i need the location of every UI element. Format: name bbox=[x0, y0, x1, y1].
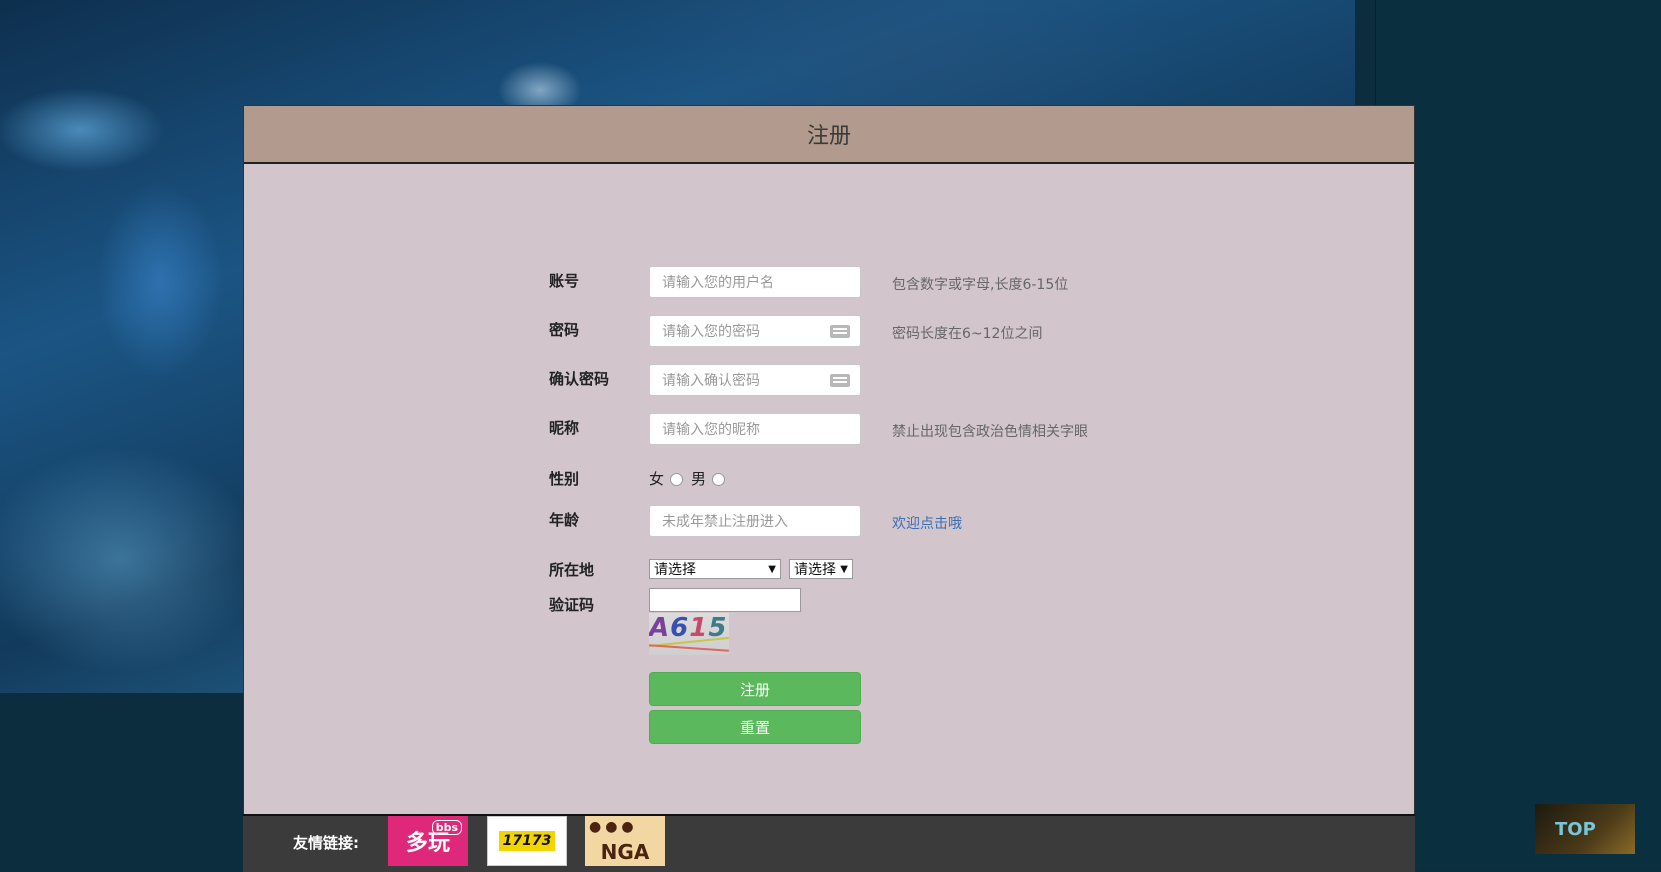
female-radio[interactable] bbox=[670, 473, 684, 486]
footer-links-label: 友情链接: bbox=[293, 834, 359, 852]
confirm-password-input[interactable]: 请输入确认密码 bbox=[649, 364, 861, 396]
male-radio[interactable] bbox=[712, 473, 726, 486]
gender-label: 性别 bbox=[549, 470, 580, 488]
password-label: 密码 bbox=[549, 321, 580, 339]
province-select[interactable]: 请选择 ▼ bbox=[649, 559, 781, 579]
account-input[interactable]: 请输入您的用户名 bbox=[649, 266, 861, 298]
keyboard-icon[interactable] bbox=[830, 325, 850, 338]
account-hint: 包含数字或字母,长度6-15位 bbox=[892, 277, 1069, 293]
password-hint: 密码长度在6~12位之间 bbox=[892, 326, 1043, 342]
province-select-value: 请选择 bbox=[654, 562, 696, 578]
page-title: 注册 bbox=[244, 106, 1414, 164]
female-label: 女 bbox=[649, 470, 665, 488]
account-label: 账号 bbox=[549, 272, 580, 290]
nga-logo-link[interactable]: ●●● NGA bbox=[585, 816, 665, 866]
captcha-input[interactable] bbox=[649, 588, 801, 612]
right-side-strip bbox=[1375, 0, 1661, 870]
password-input[interactable]: 请输入您的密码 bbox=[649, 315, 861, 347]
reset-button[interactable]: 重置 bbox=[649, 710, 861, 744]
keyboard-icon[interactable] bbox=[830, 374, 850, 387]
gender-options: 女男 bbox=[649, 468, 733, 489]
age-hint-link[interactable]: 欢迎点击哦 bbox=[892, 513, 962, 533]
chevron-down-icon: ▼ bbox=[768, 563, 776, 575]
age-label: 年龄 bbox=[549, 511, 580, 529]
city-select-value: 请选择 bbox=[794, 562, 836, 578]
captcha-label: 验证码 bbox=[549, 596, 595, 614]
nga-emblem-icons: ●●● bbox=[589, 819, 638, 835]
location-label: 所在地 bbox=[549, 561, 595, 579]
17173-logo-link[interactable]: 17173 bbox=[487, 816, 567, 866]
register-panel: 注册 账号 请输入您的用户名 包含数字或字母,长度6-15位 密码 请输入您的密… bbox=[243, 105, 1415, 817]
nickname-input[interactable]: 请输入您的昵称 bbox=[649, 413, 861, 445]
captcha-image[interactable]: A615 bbox=[649, 613, 729, 655]
confirm-password-placeholder: 请输入确认密码 bbox=[662, 373, 760, 389]
city-select[interactable]: 请选择 ▼ bbox=[789, 559, 853, 579]
17173-logo-text: 17173 bbox=[498, 831, 556, 851]
male-label: 男 bbox=[691, 470, 707, 488]
submit-button[interactable]: 注册 bbox=[649, 672, 861, 706]
captcha-char: A bbox=[649, 613, 671, 643]
nickname-label: 昵称 bbox=[549, 419, 580, 437]
back-to-top-button[interactable]: TOP bbox=[1535, 804, 1635, 854]
captcha-noise-line bbox=[649, 644, 729, 652]
age-input[interactable]: 未成年禁止注册进入 bbox=[649, 505, 861, 537]
confirm-password-label: 确认密码 bbox=[549, 370, 610, 388]
duowan-logo-link[interactable]: 多玩 bbs bbox=[388, 816, 468, 866]
duowan-bbs-badge: bbs bbox=[431, 820, 462, 835]
nickname-hint: 禁止出现包含政治色情相关字眼 bbox=[892, 424, 1088, 440]
captcha-char: 6 bbox=[670, 613, 690, 643]
footer-links: 友情链接: 多玩 bbs 17173 ●●● NGA bbox=[243, 814, 1415, 872]
chevron-down-icon: ▼ bbox=[840, 563, 848, 575]
nga-logo-text: NGA bbox=[600, 840, 650, 864]
password-placeholder: 请输入您的密码 bbox=[662, 324, 760, 340]
